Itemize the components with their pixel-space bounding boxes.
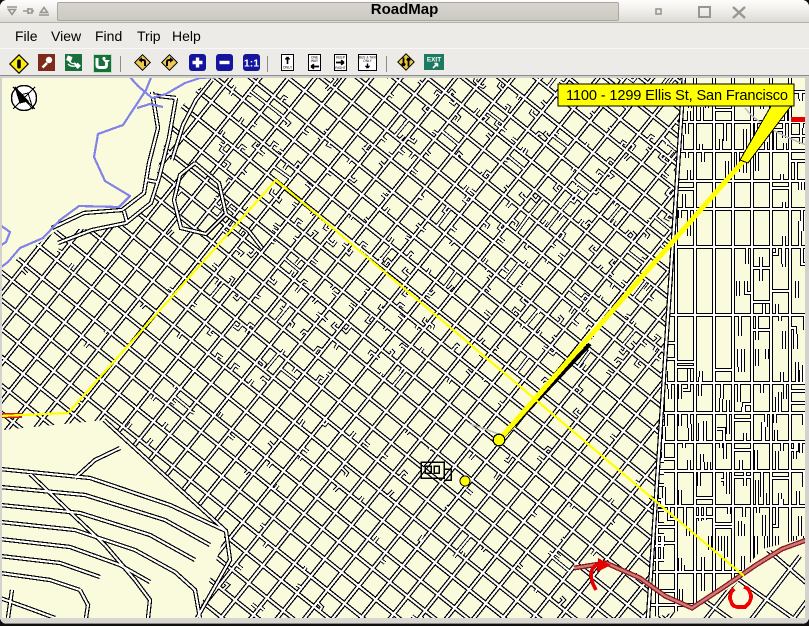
svg-text:WAY: WAY <box>311 59 319 63</box>
svg-text:KEEP: KEEP <box>336 56 346 60</box>
svg-text:ONLY: ONLY <box>283 66 293 70</box>
svg-text:1:1: 1:1 <box>244 58 259 70</box>
svg-text:EXIT: EXIT <box>427 57 441 64</box>
svg-text:1100 - 1299 Ellis St, San Fran: 1100 - 1299 Ellis St, San Francisco <box>566 88 788 104</box>
svg-text:ONLY: ONLY <box>363 59 372 63</box>
svg-text:RIGHT: RIGHT <box>335 66 346 70</box>
